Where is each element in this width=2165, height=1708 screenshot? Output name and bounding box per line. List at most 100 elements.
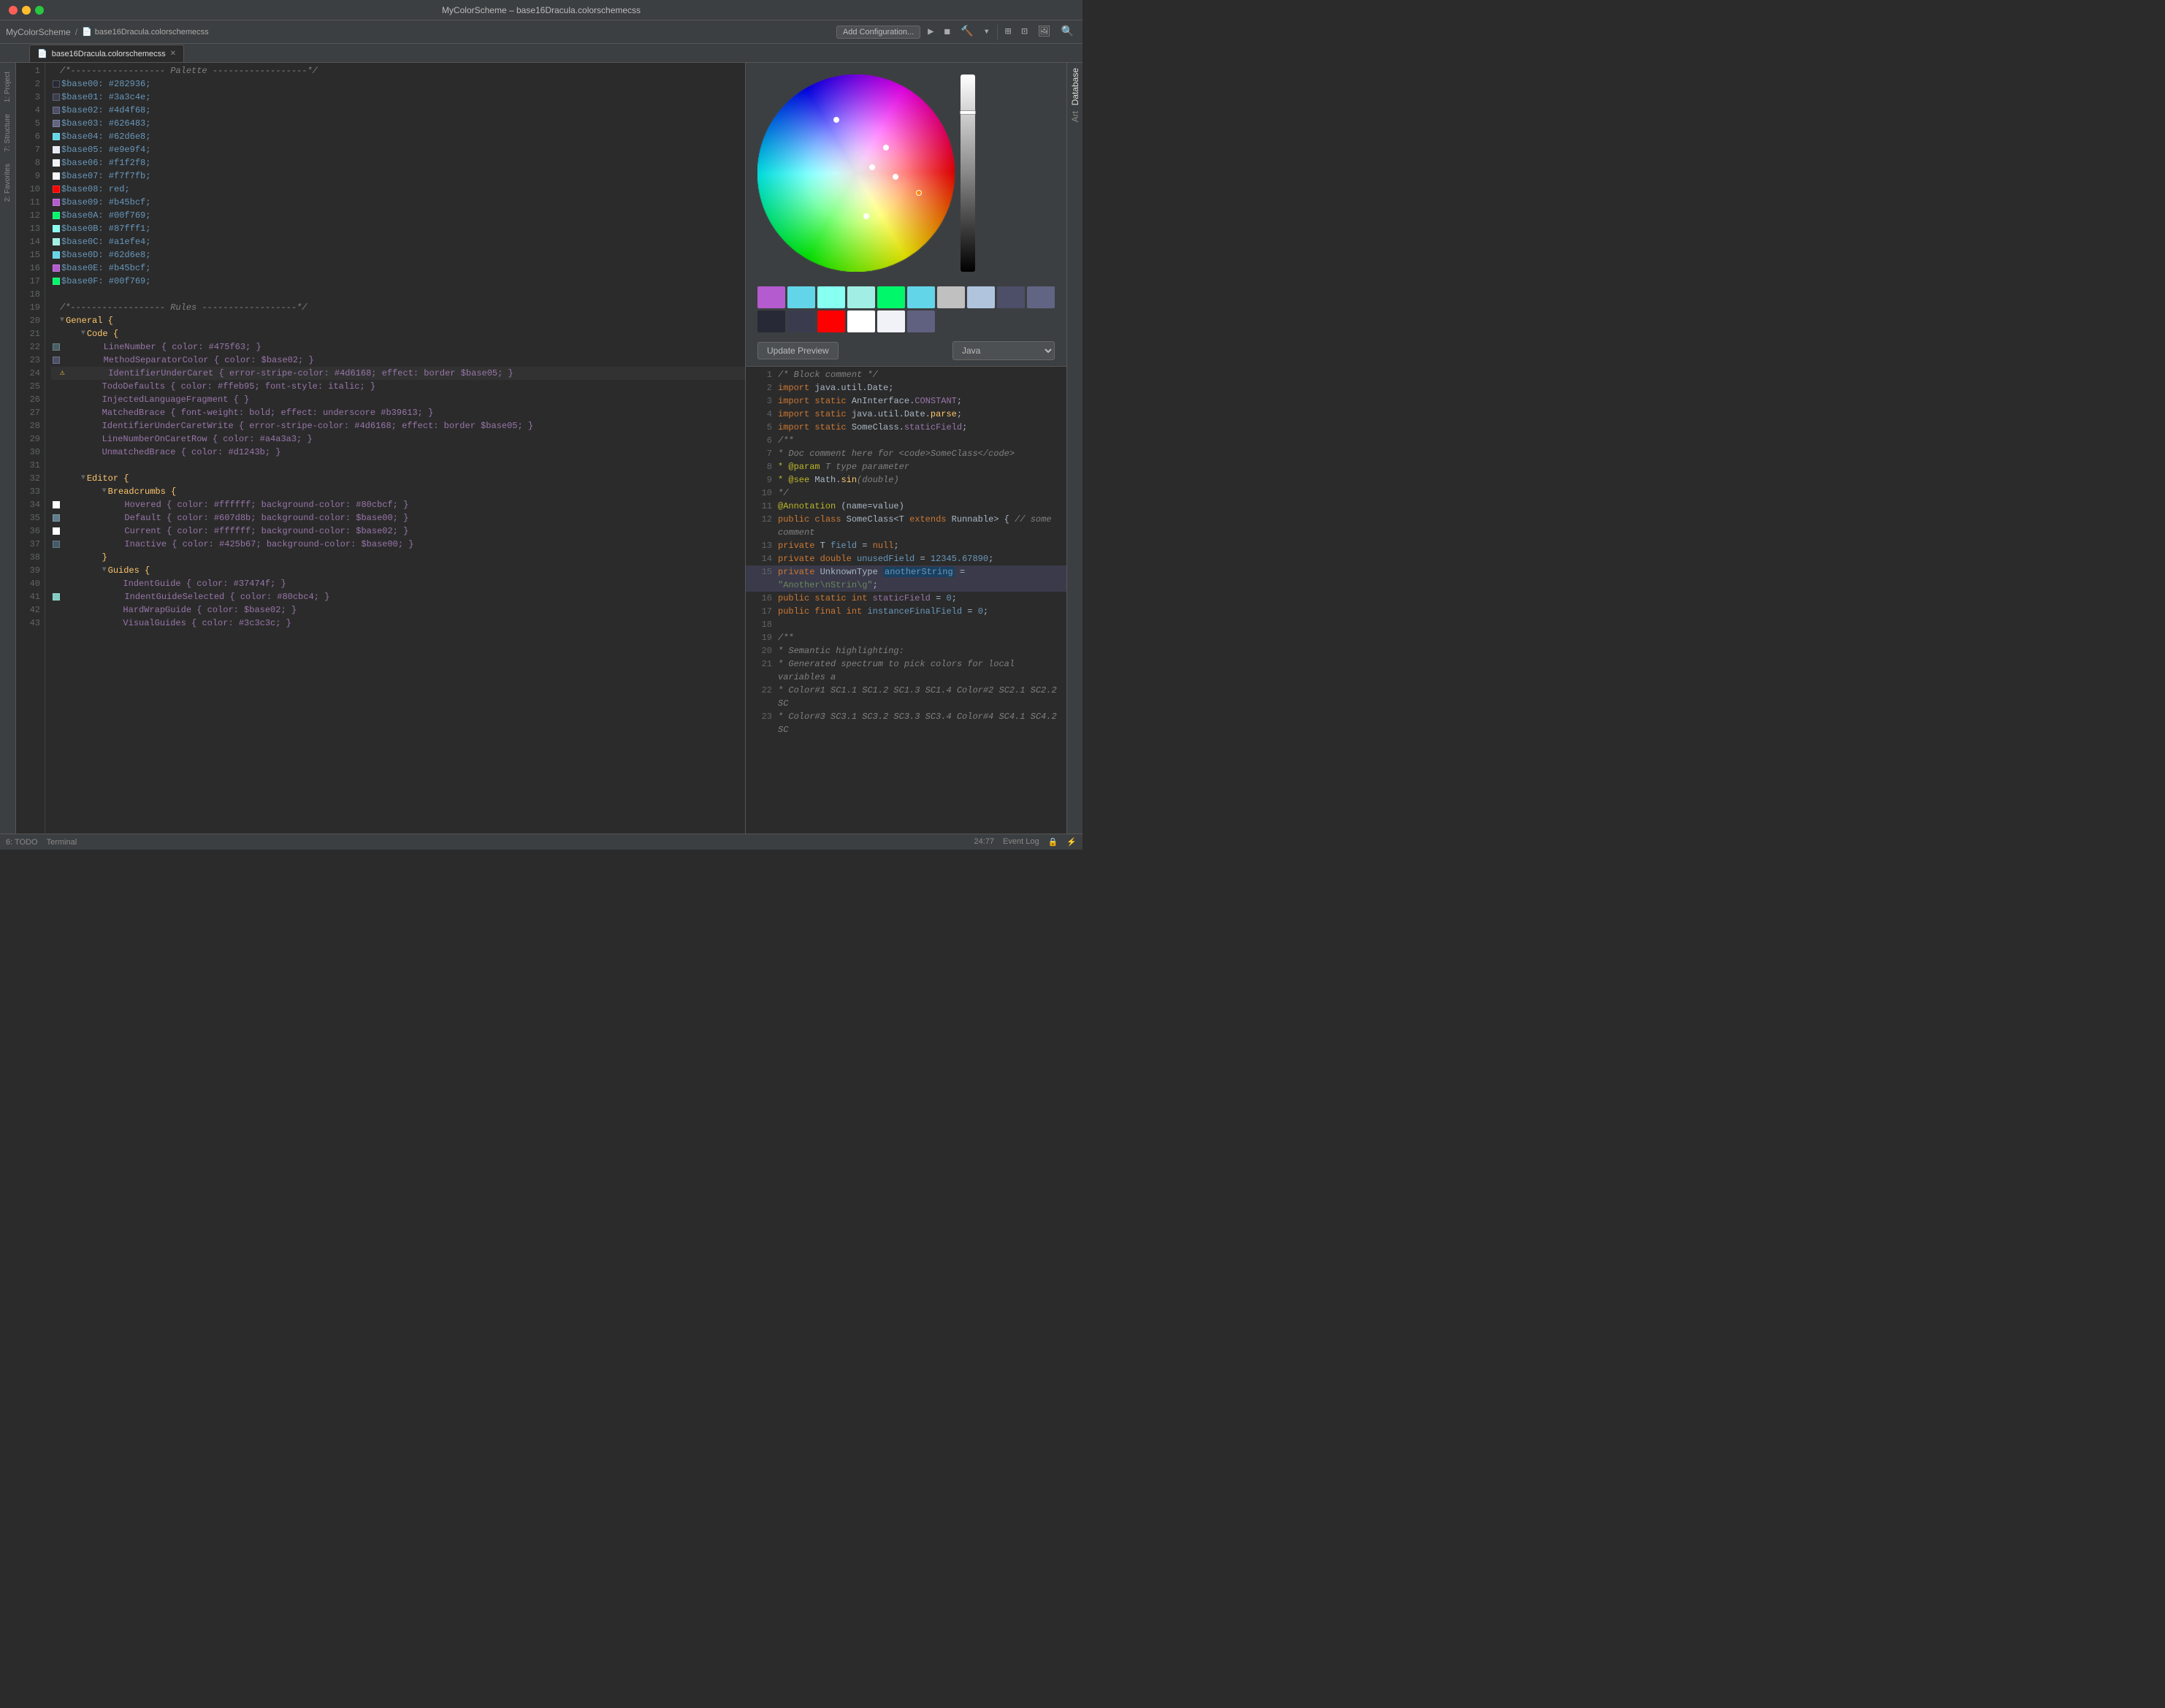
bottom-bar: 6: TODO Terminal 24:77 Event Log 🔒 ⚡: [0, 834, 1082, 850]
color-swatch[interactable]: [53, 107, 60, 114]
palette-swatch[interactable]: [1027, 286, 1055, 308]
color-swatch[interactable]: [53, 593, 60, 601]
palette-swatch[interactable]: [907, 286, 935, 308]
brightness-slider[interactable]: [961, 75, 975, 272]
language-select[interactable]: JavaKotlinPythonJavaScriptTypeScript: [952, 341, 1055, 360]
line-number: 9: [20, 169, 40, 183]
color-swatch[interactable]: [53, 159, 60, 167]
palette-swatch[interactable]: [757, 286, 785, 308]
line-number: 7: [20, 143, 40, 156]
palette-swatch[interactable]: [817, 310, 845, 332]
palette-swatch[interactable]: [997, 286, 1025, 308]
dropdown-button[interactable]: ▾: [980, 24, 992, 39]
line-number: 32: [20, 472, 40, 485]
palette-swatch[interactable]: [757, 310, 785, 332]
search-icon[interactable]: 🔍: [1058, 24, 1077, 39]
line-number: 35: [20, 511, 40, 525]
sidebar-item-art[interactable]: Art: [1068, 109, 1082, 124]
preview-line-content: public static int staticField = 0;: [778, 592, 957, 605]
event-log[interactable]: Event Log: [1003, 837, 1039, 847]
color-swatch[interactable]: [53, 212, 60, 219]
code-text: /*------------------ Rules -------------…: [60, 301, 307, 314]
color-swatch[interactable]: [53, 278, 60, 285]
preview-token: staticField: [873, 593, 931, 603]
bottom-terminal[interactable]: Terminal: [47, 838, 77, 847]
palette-swatch[interactable]: [787, 310, 815, 332]
tab-base16dracula[interactable]: 📄 base16Dracula.colorschemecss ✕: [29, 45, 184, 62]
sidebar-item-favorites[interactable]: 2: Favorites: [1, 158, 14, 207]
palette-swatch[interactable]: [877, 286, 905, 308]
color-swatch[interactable]: [53, 238, 60, 245]
color-swatch[interactable]: [53, 514, 60, 522]
preview-line-content: * Semantic highlighting:: [778, 644, 904, 657]
color-swatch[interactable]: [53, 80, 60, 88]
sidebar-item-project[interactable]: 1: Project: [1, 66, 14, 108]
color-swatch[interactable]: [53, 501, 60, 508]
tab-close-button[interactable]: ✕: [170, 50, 176, 58]
fold-indicator[interactable]: ▼: [81, 472, 85, 485]
color-swatch[interactable]: [53, 120, 60, 127]
color-wheel-wrapper[interactable]: [757, 75, 955, 272]
color-swatch[interactable]: [53, 186, 60, 193]
preview-token: 0: [978, 606, 983, 617]
preview-token: =: [962, 606, 978, 617]
palette-swatch[interactable]: [787, 286, 815, 308]
palette-swatch[interactable]: [847, 310, 875, 332]
preview-line-number: 17: [752, 605, 772, 618]
preview-line-number: 20: [752, 644, 772, 657]
preview-token: public: [778, 593, 814, 603]
code-line: TodoDefaults { color: #ffeb95; font-styl…: [51, 380, 745, 393]
color-swatch[interactable]: [53, 541, 60, 548]
maximize-button[interactable]: [35, 6, 44, 15]
fold-indicator[interactable]: ▼: [60, 314, 64, 327]
color-swatch[interactable]: [53, 199, 60, 206]
palette-swatch[interactable]: [967, 286, 995, 308]
image-icon[interactable]: 🖼: [1035, 24, 1054, 39]
fold-indicator[interactable]: ▼: [102, 564, 107, 577]
preview-token: private: [778, 554, 820, 564]
color-swatch[interactable]: [53, 527, 60, 535]
run-button[interactable]: ▶: [925, 24, 936, 39]
add-configuration-button[interactable]: Add Configuration...: [836, 26, 920, 39]
code-line: $base03: #626483;: [51, 117, 745, 130]
bottom-todo[interactable]: 6: TODO: [6, 838, 38, 847]
fold-indicator[interactable]: ▼: [81, 327, 85, 340]
code-text: HardWrapGuide { color: $base02; }: [123, 603, 297, 617]
color-swatch[interactable]: [53, 251, 60, 259]
color-swatch[interactable]: [53, 343, 60, 351]
fold-indicator[interactable]: ▼: [102, 485, 107, 498]
palette-swatch[interactable]: [847, 286, 875, 308]
palette-swatch[interactable]: [877, 310, 905, 332]
code-editor[interactable]: 1234567891011121314151617181920212223242…: [16, 63, 745, 834]
preview-token: final: [814, 606, 846, 617]
sidebar-item-database[interactable]: Database: [1068, 66, 1082, 107]
preview-token: (double): [857, 475, 899, 485]
brightness-handle[interactable]: [960, 110, 976, 115]
palette-swatch[interactable]: [937, 286, 965, 308]
code-content[interactable]: /*------------------ Palette -----------…: [45, 63, 745, 834]
minimize-button[interactable]: [22, 6, 31, 15]
code-line: ▼Code {: [51, 327, 745, 340]
palette-swatch[interactable]: [817, 286, 845, 308]
preview-line-content: * Doc comment here for <code>SomeClass</…: [778, 447, 1015, 460]
color-swatch[interactable]: [53, 94, 60, 101]
color-swatch[interactable]: [53, 133, 60, 140]
layout-icon[interactable]: ⊞: [1002, 24, 1014, 39]
color-swatch[interactable]: [53, 264, 60, 272]
code-text: IndentGuide { color: #37474f; }: [123, 577, 286, 590]
frame-icon[interactable]: ⊡: [1018, 24, 1030, 39]
palette-swatch[interactable]: [907, 310, 935, 332]
sidebar-item-structure[interactable]: 7: Structure: [1, 108, 14, 158]
breadcrumb: MyColorScheme / 📄 base16Dracula.colorsch…: [6, 27, 209, 37]
color-swatch[interactable]: [53, 357, 60, 364]
preview-token: * @param: [778, 462, 825, 472]
close-button[interactable]: [9, 6, 18, 15]
color-wheel-canvas[interactable]: [757, 75, 955, 272]
build-button[interactable]: 🔨: [958, 24, 976, 39]
update-preview-button[interactable]: Update Preview: [757, 342, 839, 359]
color-swatch[interactable]: [53, 172, 60, 180]
color-swatch[interactable]: [53, 225, 60, 232]
color-swatch[interactable]: [53, 146, 60, 153]
stop-button[interactable]: ◼: [942, 24, 953, 39]
line-number: 3: [20, 91, 40, 104]
